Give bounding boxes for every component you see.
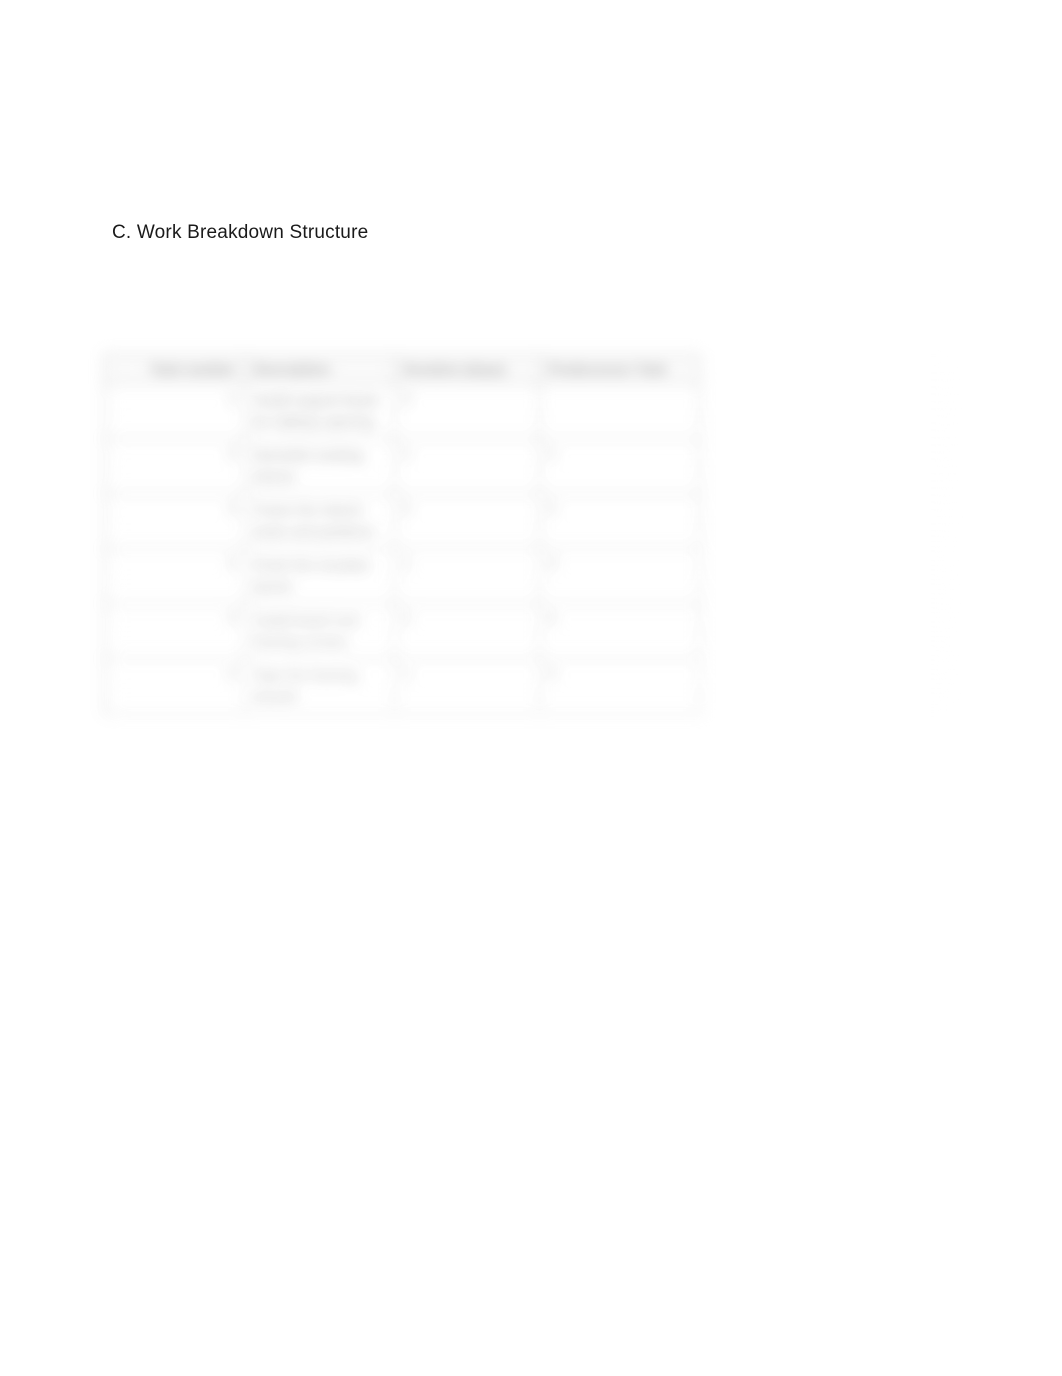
wbs-table-container: Task number Description Duration (days) …	[112, 354, 950, 714]
cell-description: Install support beam for hallway opening	[245, 384, 395, 439]
cell-duration: 2	[395, 604, 540, 659]
cell-duration: 2	[395, 384, 540, 439]
cell-task-number: 3	[105, 494, 245, 549]
table-header-row: Task number Description Duration (days) …	[105, 355, 700, 384]
cell-description: Tape the framing drywall	[245, 659, 395, 714]
table-row: 5 Install board over framing screws 2 4	[105, 604, 700, 659]
cell-description: Install board over framing screws	[245, 604, 395, 659]
cell-predecessor	[540, 384, 700, 439]
cell-predecessor: 2	[540, 494, 700, 549]
section-title: C. Work Breakdown Structure	[112, 222, 950, 244]
cell-description: Frame the interior studs and partitions	[245, 494, 395, 549]
table-row: 4 Finish the insulator barrier 1 3	[105, 549, 700, 604]
wbs-table: Task number Description Duration (days) …	[104, 354, 700, 714]
cell-task-number: 6	[105, 659, 245, 714]
header-description: Description	[245, 355, 395, 384]
cell-task-number: 2	[105, 439, 245, 494]
header-predecessor: Predecessor Task	[540, 355, 700, 384]
cell-predecessor: 1	[540, 439, 700, 494]
table-row: 3 Frame the interior studs and partition…	[105, 494, 700, 549]
header-duration: Duration (days)	[395, 355, 540, 384]
cell-duration: 1	[395, 659, 540, 714]
cell-predecessor: 4	[540, 604, 700, 659]
cell-predecessor: 3	[540, 549, 700, 604]
cell-task-number: 5	[105, 604, 245, 659]
table-row: 2 Demolish existing interior 1 1	[105, 439, 700, 494]
cell-duration: 1	[395, 439, 540, 494]
cell-task-number: 4	[105, 549, 245, 604]
cell-predecessor: 5	[540, 659, 700, 714]
cell-duration: 1	[395, 549, 540, 604]
cell-description: Finish the insulator barrier	[245, 549, 395, 604]
cell-task-number: 1	[105, 384, 245, 439]
table-row: 1 Install support beam for hallway openi…	[105, 384, 700, 439]
table-row: 6 Tape the framing drywall 1 5	[105, 659, 700, 714]
header-task-number: Task number	[105, 355, 245, 384]
cell-description: Demolish existing interior	[245, 439, 395, 494]
cell-duration: 2	[395, 494, 540, 549]
